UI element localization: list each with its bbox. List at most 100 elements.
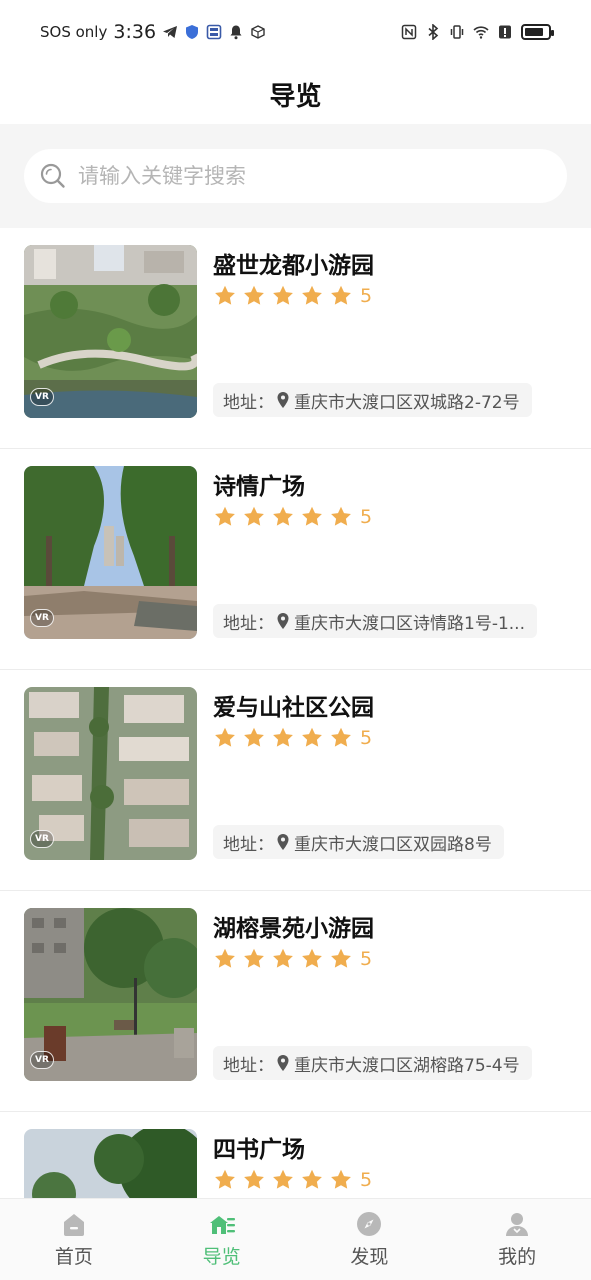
address-chip: 地址： 重庆市大渡口区诗情路1号-1... <box>213 604 537 638</box>
star-icon <box>215 506 235 526</box>
rating-value: 5 <box>360 727 373 749</box>
tab-label: 首页 <box>54 1246 93 1268</box>
place-name: 诗情广场 <box>213 474 305 500</box>
place-thumbnail[interactable]: VR <box>24 1129 197 1198</box>
package-icon <box>251 25 265 39</box>
battery-icon <box>521 24 554 40</box>
star-icon <box>331 948 351 968</box>
star-icon <box>302 1169 322 1189</box>
list-item[interactable]: VR 爱与山社区公园 5 地址： 重庆市大渡口区双园路8号 <box>0 670 591 891</box>
list-item[interactable]: VR 盛世龙都小游园 5 地址： 重庆市大渡口区双城路2-72号 <box>0 228 591 449</box>
rating-value: 5 <box>360 506 373 528</box>
tab-label: 我的 <box>498 1246 537 1268</box>
address-text: 重庆市大渡口区湖榕路75-4号 <box>294 1055 520 1076</box>
star-icon <box>273 506 293 526</box>
location-pin-icon <box>277 1055 289 1071</box>
star-icon <box>302 285 322 305</box>
status-right <box>401 24 554 40</box>
wifi-icon <box>473 26 489 39</box>
star-icon <box>331 1169 351 1189</box>
star-icon <box>215 727 235 747</box>
tab-guide[interactable]: 导览 <box>148 1199 296 1280</box>
nfc-icon <box>401 24 417 40</box>
search-icon <box>40 163 65 188</box>
star-rating: 5 <box>213 284 372 308</box>
star-icon <box>273 285 293 305</box>
clock-time: 3:36 <box>113 21 157 43</box>
vr-badge: VR <box>30 830 54 848</box>
address-label: 地址： <box>223 1055 274 1076</box>
star-rating: 5 <box>213 726 372 750</box>
star-icon <box>244 506 264 526</box>
place-thumbnail[interactable]: VR <box>24 687 197 860</box>
star-icon <box>302 506 322 526</box>
star-rating: 5 <box>213 947 372 971</box>
place-name: 湖榕景苑小游园 <box>213 916 374 942</box>
bluetooth-icon <box>428 24 439 40</box>
bell-icon <box>230 25 242 40</box>
vr-badge: VR <box>30 388 54 406</box>
star-icon <box>244 1169 264 1189</box>
star-icon <box>273 1169 293 1189</box>
place-thumbnail[interactable]: VR <box>24 245 197 418</box>
location-pin-icon <box>277 392 289 408</box>
telegram-icon <box>163 26 178 38</box>
star-icon <box>273 727 293 747</box>
status-bar: SOS only 3:36 <box>0 0 591 64</box>
carrier-text: SOS only <box>40 23 108 41</box>
alert-icon <box>499 25 511 39</box>
star-icon <box>244 285 264 305</box>
star-icon <box>244 948 264 968</box>
list-item[interactable]: VR 诗情广场 5 地址： 重庆市大渡口区诗情路1号-1... <box>0 449 591 670</box>
star-icon <box>331 506 351 526</box>
list-item[interactable]: VR 湖榕景苑小游园 5 地址： 重庆市大渡口区湖榕路75-4号 <box>0 891 591 1112</box>
place-name: 盛世龙都小游园 <box>213 253 374 279</box>
star-icon <box>244 727 264 747</box>
address-chip: 地址： 重庆市大渡口区双城路2-72号 <box>213 383 532 417</box>
location-pin-icon <box>277 834 289 850</box>
place-name: 四书广场 <box>213 1137 305 1163</box>
list-item[interactable]: VR 四书广场 5 <box>0 1112 591 1198</box>
address-label: 地址： <box>223 834 274 855</box>
rating-value: 5 <box>360 948 373 970</box>
address-text: 重庆市大渡口区双园路8号 <box>294 834 492 855</box>
address-chip: 地址： 重庆市大渡口区湖榕路75-4号 <box>213 1046 532 1080</box>
compass-icon <box>357 1212 382 1236</box>
place-thumbnail[interactable]: VR <box>24 908 197 1081</box>
shield-icon <box>186 25 199 39</box>
plaza-photo <box>24 1129 197 1198</box>
home-icon <box>63 1214 84 1236</box>
star-icon <box>331 285 351 305</box>
tab-discover[interactable]: 发现 <box>296 1199 444 1280</box>
star-icon <box>215 1169 235 1189</box>
status-left: SOS only 3:36 <box>40 21 266 43</box>
vr-badge: VR <box>30 609 54 627</box>
place-thumbnail[interactable]: VR <box>24 466 197 639</box>
location-pin-icon <box>277 613 289 629</box>
star-rating: 5 <box>213 1168 372 1192</box>
app-badge-icon <box>206 24 222 40</box>
address-chip: 地址： 重庆市大渡口区双园路8号 <box>213 825 504 859</box>
star-icon <box>331 727 351 747</box>
address-label: 地址： <box>223 392 274 413</box>
vr-badge: VR <box>30 1051 54 1069</box>
address-text: 重庆市大渡口区诗情路1号-1... <box>294 613 525 634</box>
star-icon <box>273 948 293 968</box>
search-input[interactable] <box>78 164 518 188</box>
guide-icon <box>209 1216 235 1234</box>
page-header: 导览 <box>0 64 591 124</box>
search-box[interactable] <box>24 149 567 203</box>
tab-label: 导览 <box>202 1246 241 1268</box>
address-text: 重庆市大渡口区双城路2-72号 <box>294 392 520 413</box>
rating-value: 5 <box>360 1169 373 1191</box>
star-icon <box>215 948 235 968</box>
tab-label: 发现 <box>350 1246 389 1268</box>
star-icon <box>215 285 235 305</box>
tab-home[interactable]: 首页 <box>0 1199 148 1280</box>
user-icon <box>506 1213 529 1236</box>
tab-mine[interactable]: 我的 <box>443 1199 591 1280</box>
address-label: 地址： <box>223 613 274 634</box>
page-title: 导览 <box>269 81 322 112</box>
search-section <box>0 124 591 228</box>
place-list: VR 盛世龙都小游园 5 地址： 重庆市大渡口区双城路2-72号 VR 诗情广场… <box>0 228 591 1198</box>
